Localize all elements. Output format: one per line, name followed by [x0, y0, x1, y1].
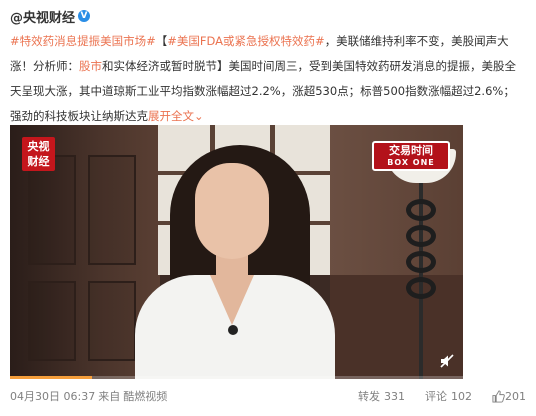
post-text: #特效药消息提振美国市场#【#美国FDA或紧急授权特效药#，美联储维持利率不变，… — [10, 29, 526, 129]
cctv-finance-logo: 央视 财经 — [22, 137, 55, 171]
hashtag-link[interactable]: #美国FDA或紧急授权特效药# — [167, 34, 324, 48]
source-prefix: 来自 — [98, 390, 121, 403]
verified-badge-icon: V — [78, 10, 91, 22]
lamp-coil — [406, 251, 436, 273]
video-progress-fill — [10, 376, 92, 379]
lamp-coil — [406, 225, 436, 247]
presenter-face — [195, 163, 269, 259]
door-panel — [88, 155, 136, 265]
post-text-segment: 【 — [155, 34, 168, 48]
thumbs-up-icon — [492, 389, 505, 403]
comment-button[interactable]: 评论 102 — [425, 388, 472, 404]
door-panel — [28, 155, 76, 265]
expand-full-text-link[interactable]: 展开全文 — [148, 109, 194, 123]
keyword-link[interactable]: 股市 — [79, 59, 102, 73]
post-footer: 04月30日 06:37 来自 酷燃视频 转发 331 评论 102 201 — [10, 387, 526, 405]
expand-chevron-icon[interactable]: ⌄ — [194, 109, 204, 123]
video-progress-bar[interactable] — [10, 376, 463, 379]
repost-button[interactable]: 转发 331 — [358, 388, 405, 404]
lapel-mic — [228, 325, 238, 335]
door-panel — [28, 281, 76, 361]
door-panel — [88, 281, 136, 361]
show-logo: 交易时间 BOX ONE — [372, 141, 450, 171]
video-player[interactable]: 央视 财经 交易时间 BOX ONE — [10, 125, 463, 379]
post-date[interactable]: 04月30日 06:37 — [10, 388, 95, 404]
mute-icon[interactable] — [438, 353, 456, 371]
post-source[interactable]: 酷燃视频 — [123, 388, 167, 404]
hashtag-link[interactable]: #特效药消息提振美国市场# — [10, 34, 156, 48]
post-author-row: @央视财经 V — [10, 7, 91, 26]
like-count: 201 — [505, 389, 526, 403]
repost-count: 331 — [384, 389, 405, 403]
lamp-coil — [406, 277, 436, 299]
comment-label: 评论 — [425, 390, 447, 403]
repost-label: 转发 — [358, 390, 380, 403]
lamp-coil — [406, 199, 436, 221]
author-name[interactable]: @央视财经 — [10, 7, 75, 26]
like-button[interactable]: 201 — [492, 390, 526, 403]
comment-count: 102 — [451, 389, 472, 403]
